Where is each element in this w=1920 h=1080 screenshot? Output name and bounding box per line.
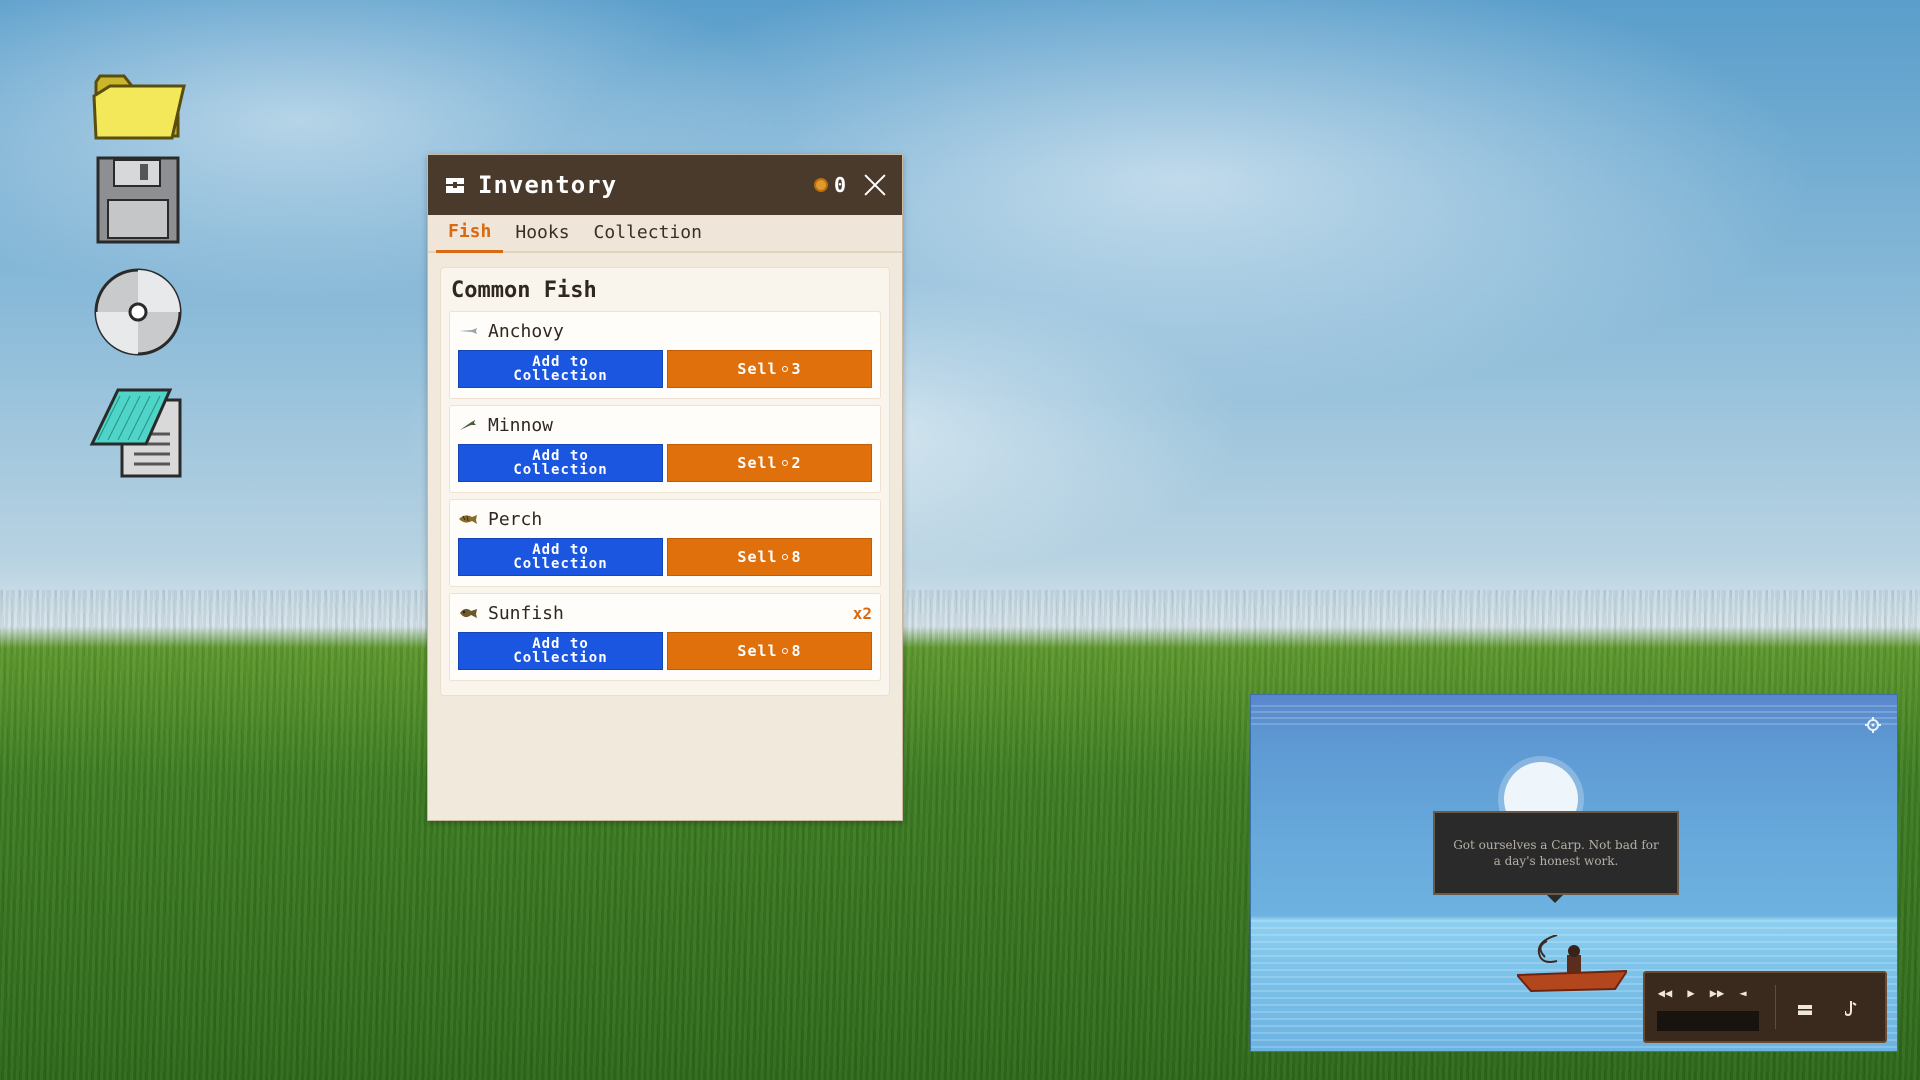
fish-name: Sunfish [488, 602, 564, 624]
section-title: Common Fish [451, 278, 597, 303]
hook-icon[interactable] [1841, 999, 1861, 1019]
anchovy-icon [459, 328, 477, 334]
sell-price: 8 [791, 642, 802, 660]
volume-icon[interactable]: ◄ [1733, 983, 1753, 1003]
play-icon[interactable]: ▶ [1681, 983, 1701, 1003]
close-icon[interactable] [864, 174, 886, 196]
media-controls: ◀◀ ▶ ▶▶ ◄ [1643, 971, 1887, 1043]
fish-card-sunfish: Sunfish x2 Add to Collection Sell 8 [449, 593, 881, 681]
sell-price: 8 [791, 548, 802, 566]
cd-icon[interactable] [88, 262, 188, 362]
fish-name: Anchovy [488, 320, 564, 342]
add-to-collection-button[interactable]: Add to Collection [458, 350, 663, 388]
sell-label: Sell [737, 454, 778, 472]
sell-label: Sell [737, 642, 778, 660]
folder-icon[interactable] [88, 52, 188, 152]
divider [1775, 985, 1776, 1029]
fish-name: Minnow [488, 414, 554, 436]
settings-icon[interactable] [1865, 717, 1881, 733]
coin-count: 0 [833, 173, 846, 197]
inventory-window: Inventory 0 Fish Hooks Collection Common… [427, 154, 903, 821]
dialog-bubble: Got ourselves a Carp. Not bad for a day'… [1433, 811, 1679, 903]
coin-counter: 0 [813, 173, 846, 197]
inventory-titlebar[interactable]: Inventory 0 [428, 155, 902, 215]
add-to-collection-button[interactable]: Add to Collection [458, 444, 663, 482]
sell-button[interactable]: Sell 2 [667, 444, 872, 482]
fisherman-boat [1517, 935, 1627, 993]
coin-icon [781, 366, 788, 372]
fish-card-perch: Perch Add to Collection Sell 8 [449, 499, 881, 587]
coin-icon [813, 178, 828, 192]
sunfish-icon [460, 608, 477, 618]
sell-button[interactable]: Sell 3 [667, 350, 872, 388]
chest-icon [446, 178, 464, 193]
notepad-icon[interactable] [88, 382, 188, 482]
sell-button[interactable]: Sell 8 [667, 538, 872, 576]
coin-icon [781, 460, 788, 466]
inventory-content: Common Fish Anchovy Add to Collection Se… [428, 253, 902, 710]
add-to-collection-button[interactable]: Add to Collection [458, 538, 663, 576]
fish-quantity: x2 [852, 603, 872, 623]
sell-label: Sell [737, 360, 778, 378]
tab-fish[interactable]: Fish [436, 221, 504, 253]
rewind-icon[interactable]: ◀◀ [1655, 983, 1675, 1003]
sell-price: 3 [791, 360, 802, 378]
minnow-icon [460, 420, 476, 430]
sell-price: 2 [791, 454, 802, 472]
fishing-game-panel[interactable]: Got ourselves a Carp. Not bad for a day'… [1250, 694, 1898, 1052]
common-fish-section: Common Fish Anchovy Add to Collection Se… [440, 267, 890, 696]
sell-label: Sell [737, 548, 778, 566]
tab-collection[interactable]: Collection [582, 222, 714, 251]
inventory-icon[interactable] [1795, 999, 1815, 1019]
sky-stripes [1251, 705, 1897, 725]
sell-button[interactable]: Sell 8 [667, 632, 872, 670]
coin-icon [781, 648, 788, 654]
fast-forward-icon[interactable]: ▶▶ [1707, 983, 1727, 1003]
fish-card-minnow: Minnow Add to Collection Sell 2 [449, 405, 881, 493]
fish-card-anchovy: Anchovy Add to Collection Sell 3 [449, 311, 881, 399]
coin-icon [781, 554, 788, 560]
progress-bar[interactable] [1657, 1011, 1759, 1031]
perch-icon [459, 515, 477, 524]
add-to-collection-button[interactable]: Add to Collection [458, 632, 663, 670]
window-title: Inventory [478, 171, 618, 199]
inventory-tabs: Fish Hooks Collection [428, 215, 902, 253]
tab-hooks[interactable]: Hooks [503, 222, 581, 251]
floppy-disk-icon[interactable] [88, 150, 188, 250]
fish-name: Perch [488, 508, 543, 530]
